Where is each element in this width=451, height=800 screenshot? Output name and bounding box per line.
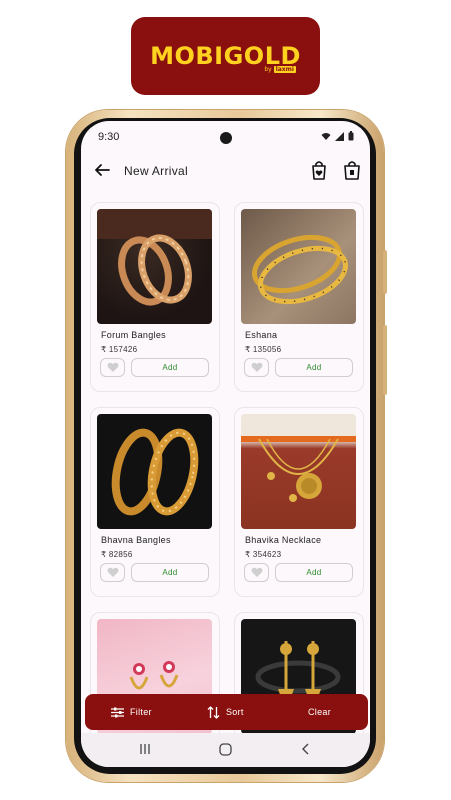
product-card[interactable]: Bhavna Bangles ₹ 82856 Add — [90, 407, 220, 597]
top-app-bar: New Arrival — [81, 151, 370, 191]
page-title: New Arrival — [124, 164, 188, 178]
brand-by-text: by — [264, 66, 272, 73]
wishlist-button[interactable] — [100, 563, 125, 582]
heart-icon — [251, 567, 262, 577]
status-icons — [321, 131, 354, 141]
front-camera — [220, 132, 232, 144]
volume-button — [383, 325, 387, 395]
power-button — [383, 250, 387, 294]
product-image[interactable] — [97, 414, 212, 529]
product-card[interactable]: Forum Bangles ₹ 157426 Add — [90, 202, 220, 392]
heart-bag-icon[interactable] — [308, 159, 330, 181]
clear-button[interactable]: Clear — [308, 694, 331, 730]
brand-logo: MOBIGOLD by laxmi — [131, 17, 320, 95]
add-button[interactable]: Add — [131, 563, 209, 582]
heart-icon — [107, 567, 118, 577]
battery-icon — [348, 131, 354, 141]
back-icon[interactable] — [301, 743, 311, 755]
product-image[interactable] — [241, 414, 356, 529]
product-name: Bhavna Bangles — [101, 535, 171, 545]
necklace-illustration — [241, 436, 356, 502]
product-price: ₹ 135056 — [245, 345, 282, 354]
filter-label: Filter — [130, 707, 152, 717]
product-image[interactable] — [241, 209, 356, 324]
bangles-illustration — [111, 428, 199, 516]
add-button[interactable]: Add — [275, 563, 353, 582]
product-price: ₹ 157426 — [101, 345, 138, 354]
sort-label: Sort — [226, 707, 244, 717]
product-card[interactable]: Eshana ₹ 135056 Add — [234, 202, 364, 392]
arrow-left-icon[interactable] — [93, 161, 111, 179]
product-name: Bhavika Necklace — [245, 535, 322, 545]
brand-by-name: laxmi — [273, 66, 296, 73]
bangles-illustration — [97, 209, 212, 306]
app-screen: 9:30 New Arrival Forum Bangles ₹ 157426 … — [81, 121, 370, 767]
product-price: ₹ 82856 — [101, 550, 133, 559]
add-button[interactable]: Add — [275, 358, 353, 377]
heart-icon — [107, 362, 118, 372]
system-nav-bar — [81, 733, 370, 767]
product-card[interactable]: Bhavika Necklace ₹ 354623 Add — [234, 407, 364, 597]
wishlist-button[interactable] — [100, 358, 125, 377]
filter-button[interactable]: Filter — [111, 694, 152, 730]
add-button[interactable]: Add — [131, 358, 209, 377]
recents-icon[interactable] — [139, 743, 151, 755]
brand-name: MOBIGOLD — [150, 42, 301, 70]
sort-button[interactable]: Sort — [207, 694, 244, 730]
brand-byline: by laxmi — [264, 66, 296, 73]
wishlist-button[interactable] — [244, 358, 269, 377]
bottom-action-bar: Filter Sort Clear — [85, 694, 368, 730]
bangles-illustration — [252, 234, 348, 305]
product-price: ₹ 354623 — [245, 550, 282, 559]
product-name: Eshana — [245, 330, 278, 340]
product-image[interactable] — [97, 209, 212, 324]
home-icon[interactable] — [219, 743, 232, 756]
heart-icon — [251, 362, 262, 372]
product-name: Forum Bangles — [101, 330, 166, 340]
status-time: 9:30 — [98, 131, 120, 143]
clear-label: Clear — [308, 707, 332, 717]
wifi-icon — [321, 132, 331, 140]
wishlist-button[interactable] — [244, 563, 269, 582]
signal-icon — [335, 131, 344, 141]
status-bar: 9:30 — [81, 121, 370, 151]
filter-icon — [111, 707, 124, 717]
shopping-bag-icon[interactable] — [341, 159, 363, 181]
sort-icon — [207, 705, 220, 719]
page: MOBIGOLD by laxmi 9:30 New Arrival Forum… — [0, 0, 451, 800]
